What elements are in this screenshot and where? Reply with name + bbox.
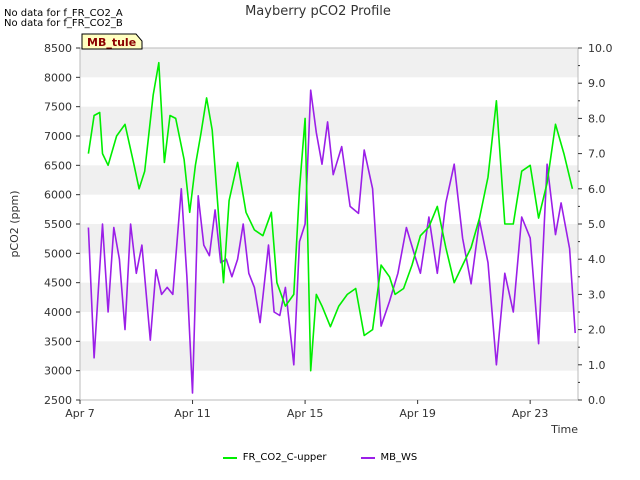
background-band (80, 341, 578, 371)
chart-title: Mayberry pCO2 Profile (245, 4, 391, 19)
x-tick-label: Apr 15 (287, 407, 324, 420)
y2-tick-label: 5.0 (588, 218, 606, 231)
y-tick-label: 5000 (44, 247, 72, 260)
legend-item-green: FR_CO2_C-upper (222, 452, 327, 463)
y-tick-label: 7500 (44, 101, 72, 114)
y-tick-label: 8000 (44, 71, 72, 84)
y-axis-label: pCO2 (ppm) (8, 190, 21, 257)
background-band (80, 48, 578, 78)
y2-tick-label: 4.0 (588, 253, 606, 266)
legend-label-green: FR_CO2_C-upper (242, 452, 327, 463)
legend-swatch-green (222, 456, 237, 459)
y2-tick-label: 2.0 (588, 324, 606, 337)
chart: Mayberry pCO2 Profile 2500 3000 3500 4000 45… (8, 4, 613, 436)
y2-tick-label: 1.0 (588, 359, 606, 372)
background-band (80, 224, 578, 254)
x-axis-label: Time (550, 423, 578, 436)
x-tick-label: Apr 23 (512, 407, 549, 420)
right-axis: 0.0 1.0 2.0 3.0 4.0 5.0 6.0 7.0 8.0 9.0 10.0 (578, 42, 613, 407)
y-tick-label: 5500 (44, 218, 72, 231)
y2-tick-label: 7.0 (588, 148, 606, 161)
y2-tick-label: 0.0 (588, 394, 606, 407)
y2-tick-label: 6.0 (588, 183, 606, 196)
y-tick-label: 6000 (44, 189, 72, 202)
y-tick-label: 3000 (44, 365, 72, 378)
y-tick-label: 3500 (44, 335, 72, 348)
y-tick-label: 7000 (44, 130, 72, 143)
legend-swatch-purple (360, 456, 375, 459)
y2-tick-label: 3.0 (588, 288, 606, 301)
y2-tick-label: 10.0 (588, 42, 613, 55)
site-badge: MB_tule (81, 33, 143, 50)
y2-tick-label: 9.0 (588, 77, 606, 90)
y-tick-label: 2500 (44, 394, 72, 407)
legend: FR_CO2_C-upper MB_WS (0, 452, 640, 463)
badge-label: MB_tule (87, 36, 136, 49)
y-tick-label: 8500 (44, 42, 72, 55)
legend-label-purple: MB_WS (380, 452, 418, 463)
x-tick-label: Apr 19 (399, 407, 436, 420)
x-tick-label: Apr 11 (174, 407, 211, 420)
y2-tick-label: 8.0 (588, 112, 606, 125)
y-tick-label: 6500 (44, 159, 72, 172)
left-axis: 2500 3000 3500 4000 4500 5000 5500 6000 6500 7000… (44, 42, 80, 407)
legend-item-purple: MB_WS (360, 452, 418, 463)
y-tick-label: 4000 (44, 306, 72, 319)
y-tick-label: 4500 (44, 277, 72, 290)
x-tick-label: Apr 7 (65, 407, 95, 420)
x-axis: Apr 7 Apr 11 Apr 15 Apr 19 Apr 23 (65, 400, 548, 420)
